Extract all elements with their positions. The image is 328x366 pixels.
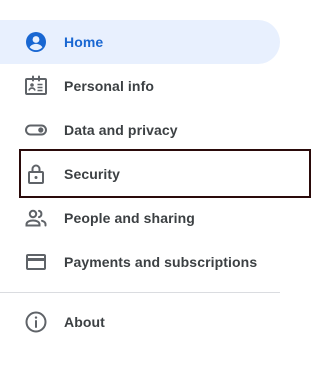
credit-card-icon [24, 250, 48, 274]
toggle-icon [24, 118, 48, 142]
nav-item-home[interactable]: Home [0, 20, 280, 64]
nav-item-label: People and sharing [64, 210, 195, 226]
nav-item-label: Home [64, 34, 104, 50]
lock-icon [24, 162, 48, 186]
nav-item-label: Payments and subscriptions [64, 254, 258, 270]
nav-item-about[interactable]: About [0, 300, 280, 344]
nav-item-label: Security [64, 166, 121, 182]
info-icon [24, 310, 48, 334]
nav-item-security[interactable]: Security [0, 152, 280, 196]
nav-item-people-and-sharing[interactable]: People and sharing [0, 196, 280, 240]
account-sidebar-nav: Home Personal info Data and privacy Secu… [0, 0, 328, 366]
nav-item-payments-and-subscriptions[interactable]: Payments and subscriptions [0, 240, 280, 284]
account-circle-icon [24, 30, 48, 54]
nav-item-label: About [64, 314, 105, 330]
people-icon [24, 206, 48, 230]
nav-item-data-and-privacy[interactable]: Data and privacy [0, 108, 280, 152]
nav-item-personal-info[interactable]: Personal info [0, 64, 280, 108]
nav-divider [0, 292, 280, 293]
nav-item-label: Personal info [64, 78, 154, 94]
id-card-icon [24, 74, 48, 98]
nav-item-label: Data and privacy [64, 122, 178, 138]
